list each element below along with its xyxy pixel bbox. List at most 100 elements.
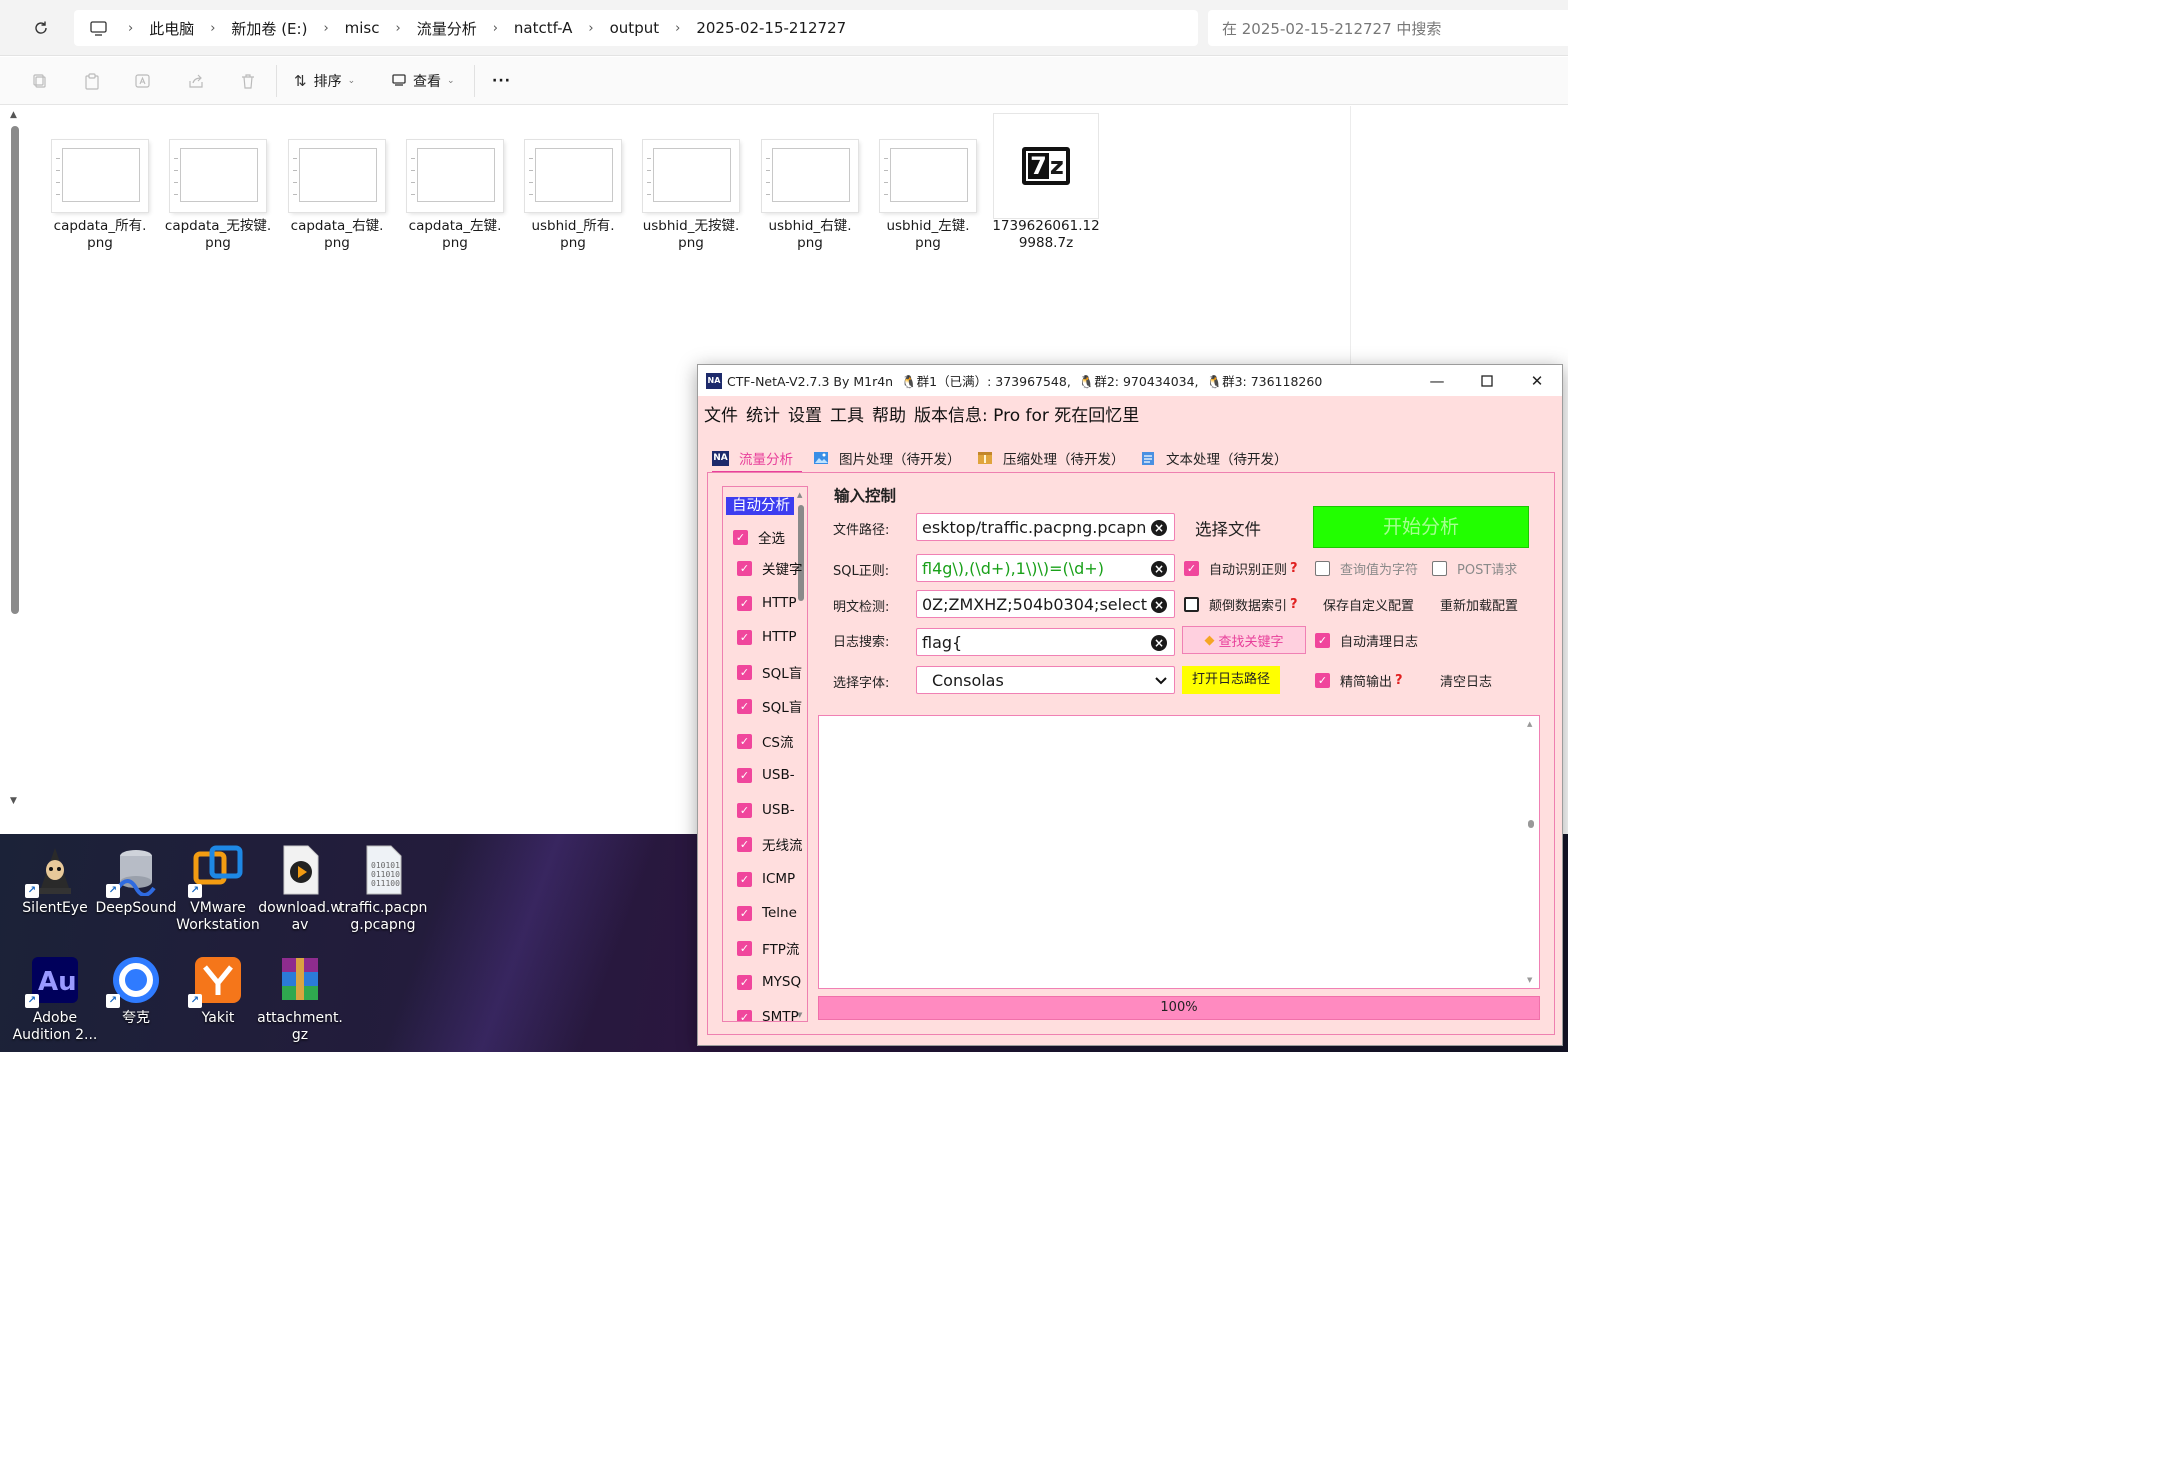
paste-icon[interactable] (80, 69, 104, 93)
analysis-item-checkbox[interactable]: ✓ HTTP (737, 593, 797, 613)
breadcrumb-item[interactable]: 2025-02-15-212727 (696, 19, 846, 37)
breadcrumb-item[interactable]: 流量分析 (417, 18, 477, 39)
search-input[interactable]: 在 2025-02-15-212727 中搜索 (1208, 10, 1568, 46)
menu-tools[interactable]: 工具 (830, 401, 864, 426)
breadcrumb-item[interactable]: misc (345, 19, 380, 37)
breadcrumb-item[interactable]: output (610, 19, 659, 37)
file-item[interactable]: capdata_无按键. png (162, 112, 274, 252)
file-item[interactable]: capdata_所有. png (44, 112, 156, 252)
clear-icon[interactable]: × (1151, 597, 1167, 613)
vertical-scrollbar[interactable]: ▲ ▼ (1527, 720, 1535, 984)
view-button[interactable]: 查看 ⌄ (392, 67, 455, 95)
menu-stats[interactable]: 统计 (746, 401, 780, 426)
analysis-item-checkbox[interactable]: ✓ USB- (737, 765, 795, 785)
scroll-down-icon[interactable]: ▼ (10, 796, 17, 806)
analysis-item-checkbox[interactable]: ✓ SMTP (737, 1007, 799, 1021)
breadcrumb-item[interactable]: 新加卷 (E:) (231, 18, 307, 39)
log-output-area[interactable]: ▲ ▼ (818, 715, 1540, 989)
desktop-icon-download-wav[interactable]: download.w av (256, 844, 344, 934)
plaintext-input[interactable]: 0Z;ZMXHZ;504b0304;select × (916, 590, 1175, 618)
desktop-icon-vmware[interactable]: ↗ VMware Workstation (174, 844, 262, 934)
desktop-icon-silenteye[interactable]: ↗ SilentEye (11, 844, 99, 917)
file-item[interactable]: usbhid_无按键. png (635, 112, 747, 252)
clear-icon[interactable]: × (1151, 635, 1167, 651)
reverse-index-checkbox[interactable]: 颠倒数据索引? (1184, 594, 1298, 614)
chevron-right-icon[interactable]: › (493, 21, 498, 36)
clear-log-button[interactable]: 清空日志 (1440, 670, 1492, 690)
rename-icon[interactable] (132, 69, 156, 93)
select-all-checkbox[interactable]: ✓ 全选 (733, 527, 785, 547)
analysis-item-checkbox[interactable]: ✓ SQL盲 (737, 662, 802, 682)
menu-file[interactable]: 文件 (704, 401, 738, 426)
scroll-up-icon[interactable]: ▲ (1527, 720, 1532, 728)
auto-clear-log-checkbox[interactable]: ✓ 自动清理日志 (1315, 630, 1418, 650)
tab-traffic-analysis[interactable]: NA 流量分析 (712, 445, 802, 473)
breadcrumb-item[interactable]: 此电脑 (149, 18, 194, 39)
scroll-up-icon[interactable]: ▲ (797, 491, 802, 499)
sql-regex-input[interactable]: fl4g\),(\d+),1\)\)=(\d+) × (916, 554, 1175, 582)
share-icon[interactable] (184, 69, 208, 93)
chevron-right-icon[interactable]: › (323, 21, 328, 36)
chevron-right-icon[interactable]: › (675, 21, 680, 36)
tab-image-processing[interactable]: 图片处理（待开发） (812, 445, 961, 471)
scroll-up-icon[interactable]: ▲ (10, 110, 17, 120)
analysis-item-checkbox[interactable]: ✓ MYSQ (737, 972, 801, 992)
desktop-icon-attachment-gz[interactable]: attachment. gz (256, 954, 344, 1044)
sort-button[interactable]: ⇅ 排序 ⌄ (294, 67, 355, 95)
file-item[interactable]: 7z 1739626061.12 9988.7z (990, 112, 1102, 252)
desktop-icon-yakit[interactable]: ↗ Yakit (174, 954, 262, 1027)
analysis-item-checkbox[interactable]: ✓ 无线流 (737, 834, 803, 854)
reload-config-button[interactable]: 重新加载配置 (1440, 594, 1518, 614)
clear-icon[interactable]: × (1151, 520, 1167, 536)
find-keyword-button[interactable]: ◆ 查找关键字 (1182, 626, 1306, 654)
refresh-icon[interactable] (26, 14, 56, 42)
clear-icon[interactable]: × (1151, 561, 1167, 577)
analysis-item-checkbox[interactable]: ✓ SQL盲 (737, 696, 802, 716)
menu-version[interactable]: 版本信息: Pro for 死在回忆里 (914, 401, 1139, 426)
save-config-button[interactable]: 保存自定义配置 (1323, 594, 1414, 614)
scrollbar-thumb[interactable] (11, 126, 19, 614)
tab-compression[interactable]: 压缩处理（待开发） (976, 445, 1125, 471)
open-log-path-button[interactable]: 打开日志路径 (1182, 666, 1280, 694)
analysis-item-checkbox[interactable]: ✓ USB- (737, 800, 795, 820)
tab-text-processing[interactable]: 文本处理（待开发） (1139, 445, 1288, 471)
file-item[interactable]: usbhid_右键. png (754, 112, 866, 252)
post-request-checkbox[interactable]: POST请求 (1432, 558, 1517, 578)
vertical-scrollbar[interactable]: ▲ ▼ (8, 110, 22, 810)
scrollbar-thumb[interactable] (798, 505, 804, 601)
chevron-right-icon[interactable]: › (210, 21, 215, 36)
auto-regex-checkbox[interactable]: ✓ 自动识别正则? (1184, 558, 1298, 578)
query-as-char-checkbox[interactable]: 查询值为字符 (1315, 558, 1418, 578)
chevron-right-icon[interactable]: › (128, 21, 133, 36)
file-item[interactable]: usbhid_左键. png (872, 112, 984, 252)
font-select[interactable]: Consolas (916, 666, 1175, 694)
desktop-icon-deepsound[interactable]: ↗ DeepSound (92, 844, 180, 917)
more-options-button[interactable]: ··· (492, 67, 511, 95)
start-analysis-button[interactable]: 开始分析 (1313, 506, 1529, 548)
analysis-item-checkbox[interactable]: ✓ CS流 (737, 731, 794, 751)
analysis-item-checkbox[interactable]: ✓ Telne (737, 903, 797, 923)
breadcrumb-item[interactable]: natctf-A (514, 19, 573, 37)
close-button[interactable]: ✕ (1512, 365, 1562, 396)
analysis-item-checkbox[interactable]: ✓ FTP流 (737, 938, 799, 958)
scroll-down-icon[interactable]: ▼ (1527, 976, 1532, 984)
chevron-right-icon[interactable]: › (395, 21, 400, 36)
computer-icon[interactable] (88, 20, 108, 36)
scrollbar-thumb[interactable] (1528, 820, 1534, 828)
file-item[interactable]: capdata_左键. png (399, 112, 511, 252)
desktop-icon-traffic-pcapng[interactable]: 010101 011010 011100 traffic.pacpn g.pcapng (339, 844, 427, 934)
menu-settings[interactable]: 设置 (788, 401, 822, 426)
maximize-button[interactable] (1462, 365, 1512, 396)
choose-file-button[interactable]: 选择文件 (1195, 516, 1261, 540)
file-item[interactable]: capdata_右键. png (281, 112, 393, 252)
copy-icon[interactable] (28, 69, 52, 93)
concise-output-checkbox[interactable]: ✓ 精简输出? (1315, 670, 1403, 690)
window-titlebar[interactable]: NA CTF-NetA-V2.7.3 By M1r4n 🐧群1（已满）: 373… (698, 365, 1562, 396)
desktop-icon-adobe-audition[interactable]: Au ↗ Adobe Audition 2... (11, 954, 99, 1044)
file-path-input[interactable]: esktop/traffic.pacpng.pcapng × (916, 513, 1175, 541)
analysis-item-checkbox[interactable]: ✓ HTTP (737, 627, 797, 647)
file-item[interactable]: usbhid_所有. png (517, 112, 629, 252)
chevron-right-icon[interactable]: › (588, 21, 593, 36)
analysis-item-checkbox[interactable]: ✓ 关键字 (737, 558, 803, 578)
log-search-input[interactable]: flag{ × (916, 628, 1175, 656)
